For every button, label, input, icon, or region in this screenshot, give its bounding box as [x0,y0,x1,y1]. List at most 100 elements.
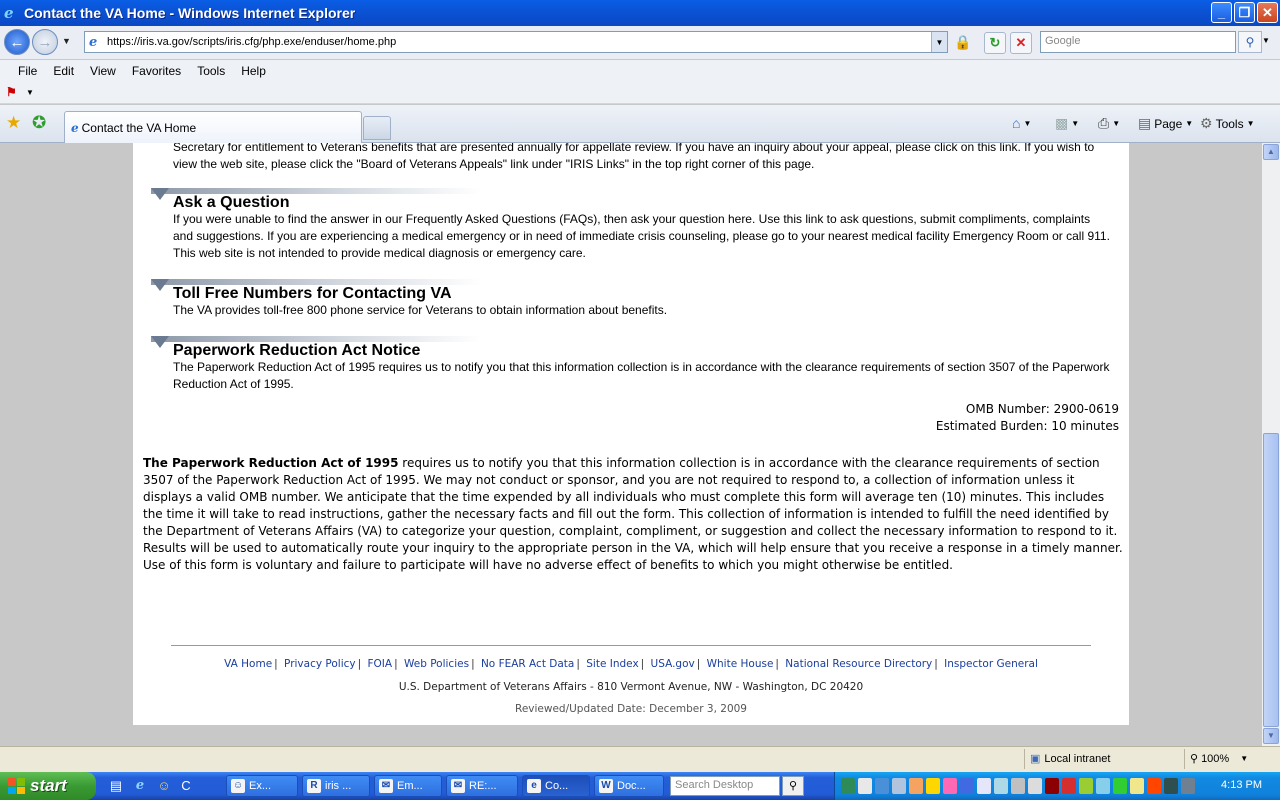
tray-icons [841,778,1195,794]
stop-button[interactable]: ✕ [1010,32,1032,54]
quicklaunch-messenger-icon[interactable]: ☺ [156,778,172,794]
forward-button[interactable]: → [32,29,58,55]
add-favorite-icon[interactable]: ✪ [32,113,46,133]
footer-divider [171,645,1091,646]
tray-icon[interactable] [841,778,855,794]
refresh-button[interactable]: ↻ [984,32,1006,54]
tab-bar: ★ ✪ e Contact the VA Home ⌂ ▼ ▩ ▼ ⎙ ▼ ▤ Pag… [0,105,1280,143]
zoom-control[interactable]: ⚲ 100% ▼ [1190,752,1248,766]
start-button[interactable]: start [0,772,96,800]
footer-link-site-index[interactable]: Site Index [586,658,638,670]
tab-label: Contact the VA Home [81,120,197,135]
tray-icon[interactable] [1181,778,1195,794]
vertical-scrollbar[interactable]: ▲ ▼ [1262,143,1280,746]
close-button[interactable]: ✕ [1257,2,1278,23]
tray-icon[interactable] [960,778,974,794]
footer-links: VA Home | Privacy Policy | FOIA | Web Polic… [224,658,1038,670]
scroll-up-arrow-icon[interactable]: ▲ [1263,144,1279,160]
url-text: https://iris.va.gov/scripts/iris.cfg/php… [107,36,397,48]
ask-question-link[interactable]: Ask a Question [173,194,289,212]
taskbar: start ▤ e ☺ C ☺ Ex... Riris ... ✉ Em... ✉ R… [0,772,1280,800]
footer-link-web-policies[interactable]: Web Policies [404,658,469,670]
favorites-star-icon[interactable]: ★ [6,113,21,133]
tray-icon[interactable] [1045,778,1059,794]
tray-icon[interactable] [994,778,1008,794]
task-button-2[interactable]: Riris ... [302,775,370,797]
menu-file[interactable]: File [10,64,45,78]
address-dropdown-icon[interactable]: ▼ [931,32,947,52]
search-input[interactable]: Google [1040,31,1236,53]
menu-tools[interactable]: Tools [189,64,233,78]
task-button-3[interactable]: ✉ Em... [374,775,442,797]
print-button[interactable]: ⎙ ▼ [1098,115,1120,132]
task-icon: W [599,779,613,793]
tray-icon[interactable] [1164,778,1178,794]
footer-link-no-fear[interactable]: No FEAR Act Data [481,658,574,670]
maximize-button[interactable]: ❐ [1234,2,1255,23]
tray-icon[interactable] [1147,778,1161,794]
print-dropdown-icon[interactable]: ▼ [1112,119,1120,128]
footer-link-white-house[interactable]: White House [707,658,774,670]
scroll-down-arrow-icon[interactable]: ▼ [1263,728,1279,744]
feeds-button[interactable]: ▩ ▼ [1055,115,1079,132]
tab-contact-va-home[interactable]: e Contact the VA Home [64,111,362,143]
home-button[interactable]: ⌂ ▼ [1012,115,1031,131]
footer-link-va-home[interactable]: VA Home [224,658,272,670]
tray-icon[interactable] [1028,778,1042,794]
acrobat-dropdown-icon[interactable]: ▼ [26,88,34,97]
tray-icon[interactable] [977,778,991,794]
footer-link-usa-gov[interactable]: USA.gov [651,658,695,670]
tray-icon[interactable] [1079,778,1093,794]
tray-icon[interactable] [1011,778,1025,794]
footer-link-foia[interactable]: FOIA [368,658,393,670]
footer-link-inspector-general[interactable]: Inspector General [944,658,1038,670]
desktop-search-input[interactable]: Search Desktop [670,776,780,796]
menu-favorites[interactable]: Favorites [124,64,189,78]
quicklaunch-explorer-icon[interactable]: ▤ [108,778,124,794]
acrobat-icon[interactable]: ⚑ [6,85,22,101]
footer-link-nrd[interactable]: National Resource Directory [785,658,932,670]
new-tab-button[interactable] [363,116,391,140]
page-menu-dropdown-icon: ▼ [1185,119,1194,128]
search-icon[interactable]: ⚲ [1238,31,1262,53]
tray-icon[interactable] [1130,778,1144,794]
toll-free-link[interactable]: Toll Free Numbers for Contacting VA [173,285,452,303]
address-toolbar: ← → ▼ e https://iris.va.gov/scripts/iris… [0,26,1280,60]
recent-pages-dropdown[interactable]: ▼ [62,36,71,46]
tray-icon[interactable] [875,778,889,794]
tools-menu-button[interactable]: ⚙ Tools ▼ [1200,115,1255,132]
address-bar[interactable]: e https://iris.va.gov/scripts/iris.cfg/p… [84,31,948,53]
tray-icon[interactable] [909,778,923,794]
page-menu-button[interactable]: ▤ Page ▼ [1138,115,1193,132]
tray-icon[interactable] [1096,778,1110,794]
footer-link-privacy[interactable]: Privacy Policy [284,658,356,670]
tray-icon[interactable] [1113,778,1127,794]
task-button-4[interactable]: ✉ RE:... [446,775,518,797]
back-button[interactable]: ← [4,29,30,55]
zoom-dropdown-icon[interactable]: ▼ [1240,754,1248,763]
feeds-dropdown-icon[interactable]: ▼ [1071,119,1079,128]
home-dropdown-icon[interactable]: ▼ [1023,119,1031,128]
tray-icon[interactable] [1062,778,1076,794]
desktop-search-icon[interactable]: ⚲ [782,776,804,796]
quicklaunch-app-icon[interactable]: C [178,778,194,794]
lock-icon[interactable]: 🔒 [952,34,974,52]
tray-icon[interactable] [858,778,872,794]
task-icon: ☺ [231,779,245,793]
tray-icon[interactable] [943,778,957,794]
pra-notice-link[interactable]: Paperwork Reduction Act Notice [173,342,420,360]
minimize-button[interactable]: _ [1211,2,1232,23]
task-button-6[interactable]: W Doc... [594,775,664,797]
menu-help[interactable]: Help [233,64,274,78]
gear-icon: ⚙ [1200,115,1213,131]
tray-icon[interactable] [892,778,906,794]
menu-view[interactable]: View [82,64,124,78]
menu-edit[interactable]: Edit [45,64,82,78]
security-zone[interactable]: ▣ Local intranet [1030,752,1110,766]
task-button-1[interactable]: ☺ Ex... [226,775,298,797]
tray-icon[interactable] [926,778,940,794]
search-options-dropdown[interactable]: ▼ [1262,36,1270,45]
scroll-thumb[interactable] [1263,433,1279,727]
task-button-5[interactable]: e Co... [522,775,590,797]
quicklaunch-ie-icon[interactable]: e [132,778,148,794]
